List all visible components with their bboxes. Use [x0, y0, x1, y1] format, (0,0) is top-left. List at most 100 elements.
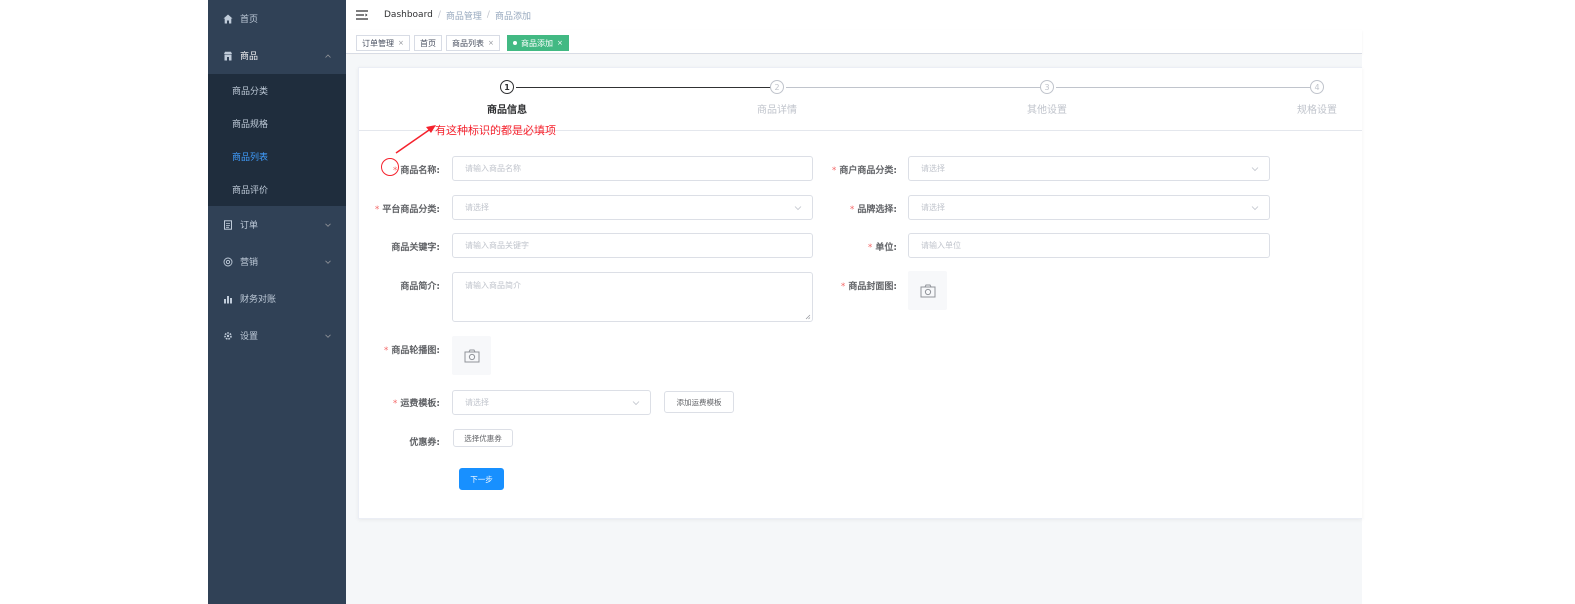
menu-label-order: 订单 [240, 221, 259, 231]
label-platform-category: * 平台商品分类: [374, 205, 440, 215]
chevron-up-icon [324, 52, 332, 63]
label-unit: * 单位: [867, 243, 897, 253]
breadcrumb-goods-add: 商品添加 [494, 11, 531, 22]
camera-icon [464, 349, 479, 362]
breadcrumb-separator: / [486, 10, 490, 20]
menu-label-settings: 设置 [240, 332, 259, 342]
tag-label: 订单管理 [362, 38, 394, 48]
brand-select[interactable]: 请选择 [908, 195, 1270, 220]
label-keywords: 商品关键字: [391, 243, 440, 253]
goods-name-placeholder: 请输入商品名称 [465, 164, 521, 173]
shop-icon [222, 51, 234, 61]
keywords-input[interactable]: 请输入商品关键字 [452, 233, 813, 258]
menu-label-marketing: 营销 [240, 258, 259, 268]
step-number-3: 3 [1040, 80, 1054, 94]
select-placeholder: 请选择 [921, 164, 945, 173]
intro-textarea[interactable]: 请输入商品简介 [452, 272, 813, 322]
sub-item-list[interactable]: 商品列表 [208, 140, 346, 173]
close-icon[interactable]: × [398, 39, 404, 47]
step-number-2: 2 [770, 80, 784, 94]
chevron-down-icon [1251, 204, 1259, 214]
keywords-placeholder: 请输入商品关键字 [465, 241, 529, 250]
resize-handle-icon[interactable] [805, 314, 811, 320]
label-coupon: 优惠券: [409, 438, 440, 448]
gear-icon [222, 331, 234, 341]
step-title-3: 其他设置 [1027, 105, 1067, 116]
tag-order-manage[interactable]: 订单管理 × [356, 35, 410, 51]
merchant-category-select[interactable]: 请选择 [908, 156, 1270, 181]
step-title-4: 规格设置 [1297, 105, 1337, 116]
menu-item-order[interactable]: 订单 [208, 206, 346, 243]
label-shipping: * 运费模板: [392, 399, 440, 409]
menu-item-goods[interactable]: 商品 [208, 37, 346, 74]
step-number-1: 1 [500, 80, 514, 94]
document-icon [222, 219, 234, 230]
menu-label-finance: 财务对账 [240, 295, 277, 305]
label-merchant-category: * 商户商品分类: [831, 166, 897, 176]
menu-item-marketing[interactable]: 营销 [208, 243, 346, 280]
platform-category-select[interactable]: 请选择 [452, 195, 813, 220]
close-icon[interactable]: × [557, 39, 563, 47]
goods-submenu: 商品分类 商品规格 商品列表 商品评价 [208, 74, 346, 206]
select-placeholder: 请选择 [465, 203, 489, 212]
next-step-button[interactable]: 下一步 [459, 468, 504, 490]
close-icon[interactable]: × [488, 39, 494, 47]
hamburger-icon[interactable] [356, 10, 368, 20]
bar-chart-icon [222, 294, 234, 304]
sub-item-category[interactable]: 商品分类 [208, 74, 346, 107]
chevron-down-icon [324, 221, 332, 232]
goods-name-input[interactable]: 请输入商品名称 [452, 156, 813, 181]
gift-icon [222, 257, 234, 267]
menu-label-home: 首页 [240, 15, 259, 25]
intro-placeholder: 请输入商品简介 [465, 281, 521, 290]
label-intro: 商品简介: [400, 282, 440, 292]
menu-item-settings[interactable]: 设置 [208, 317, 346, 354]
breadcrumb-separator: / [437, 10, 441, 20]
step-connector [1056, 87, 1310, 88]
chevron-down-icon [794, 204, 802, 214]
unit-input[interactable]: 请输入单位 [908, 233, 1270, 258]
step-connector [516, 87, 771, 88]
add-shipping-template-button[interactable]: 添加运费模板 [664, 391, 734, 413]
label-carousel: * 商品轮播图: [383, 346, 440, 356]
unit-placeholder: 请输入单位 [921, 241, 961, 250]
annotation-text: 有这种标识的都是必填项 [435, 124, 556, 137]
breadcrumb-dashboard[interactable]: Dashboard [384, 10, 433, 20]
cover-upload[interactable] [908, 271, 947, 310]
step-title-1: 商品信息 [487, 105, 527, 116]
camera-icon [920, 284, 935, 297]
chevron-down-icon [324, 258, 332, 269]
select-placeholder: 请选择 [465, 398, 489, 407]
menu-item-home[interactable]: 首页 [208, 0, 346, 37]
label-brand: * 品牌选择: [849, 205, 897, 215]
sidebar: 首页 商品 商品分类 商品规格 商品列表 商品评价 订单 营销 财务对账 设置 [208, 0, 346, 604]
sub-item-review[interactable]: 商品评价 [208, 173, 346, 206]
label-goods-name: * 商品名称: [392, 166, 440, 176]
chevron-down-icon [324, 332, 332, 343]
menu-label-goods: 商品 [240, 52, 259, 62]
chevron-down-icon [632, 399, 640, 409]
carousel-upload[interactable] [452, 336, 491, 375]
step-number-4: 4 [1310, 80, 1324, 94]
chevron-down-icon [1251, 165, 1259, 175]
home-icon [222, 14, 234, 24]
breadcrumb: Dashboard / 商品管理 / 商品添加 [384, 9, 531, 22]
select-coupon-button[interactable]: 选择优惠券 [453, 429, 513, 447]
menu-item-finance[interactable]: 财务对账 [208, 280, 346, 317]
shipping-template-select[interactable]: 请选择 [452, 390, 651, 415]
step-connector [786, 87, 1041, 88]
label-cover: * 商品封面图: [840, 282, 897, 292]
tag-label: 首页 [420, 38, 436, 48]
step-title-2: 商品详情 [757, 105, 797, 116]
tag-goods-list[interactable]: 商品列表 × [446, 35, 500, 51]
tag-label: 商品添加 [521, 38, 553, 48]
tag-home[interactable]: 首页 [414, 35, 442, 51]
tag-goods-add[interactable]: 商品添加 × [507, 35, 569, 51]
top-navbar: Dashboard / 商品管理 / 商品添加 [346, 0, 1362, 30]
breadcrumb-goods-manage: 商品管理 [445, 11, 482, 22]
active-dot-icon [513, 41, 517, 45]
sub-item-spec[interactable]: 商品规格 [208, 107, 346, 140]
tag-label: 商品列表 [452, 38, 484, 48]
tags-view: 订单管理 × 首页 商品列表 × 商品添加 × [346, 30, 1362, 54]
select-placeholder: 请选择 [921, 203, 945, 212]
